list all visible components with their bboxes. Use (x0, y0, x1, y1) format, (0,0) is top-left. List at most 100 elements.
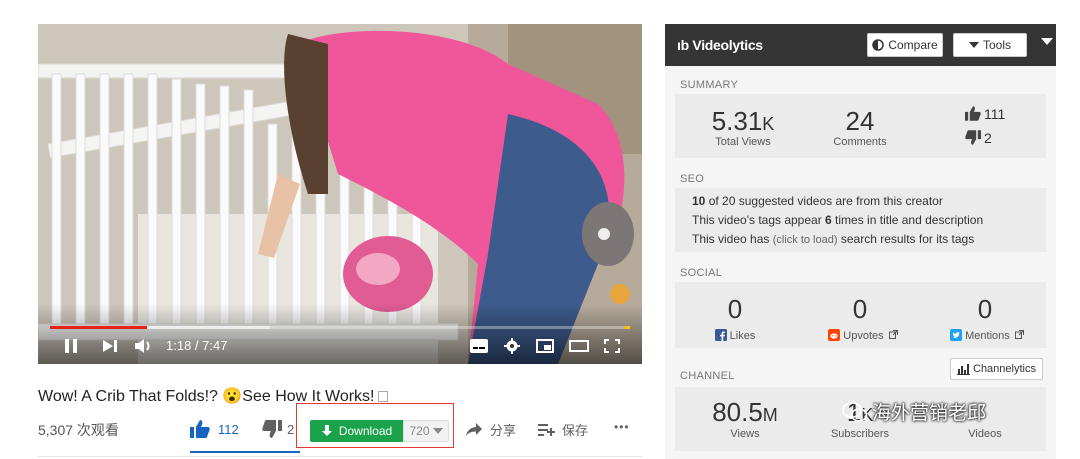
watermark-text: 海外营销老邱 (872, 403, 987, 424)
subtitles-button[interactable] (469, 336, 489, 356)
compare-button[interactable]: Compare (867, 33, 943, 57)
channel-subscribers-label: Subscribers (830, 428, 890, 440)
social-heading: SOCIAL (680, 267, 723, 279)
subtitles-icon (470, 339, 488, 353)
comments-label: Comments (833, 136, 887, 148)
summary-heading: SUMMARY (680, 79, 739, 91)
like-button[interactable]: 112 (190, 420, 239, 438)
video-player[interactable]: 1:18 / 7:47 (38, 24, 642, 364)
save-button[interactable]: 保存 (538, 420, 588, 439)
total-views-value: 5.31K (703, 106, 783, 137)
fullscreen-icon (604, 339, 620, 353)
seo-tags-post: times in title and description (831, 213, 984, 227)
progress-end-marker (625, 326, 630, 329)
seo-search-line: This video has (click to load) search re… (692, 232, 974, 246)
view-count: 5,307 次观看 (38, 422, 119, 438)
social-mentions-value: 0 (977, 294, 993, 324)
social-likes-label: Likes (705, 329, 765, 342)
thumbs-down-icon (262, 420, 282, 438)
fullscreen-button[interactable] (602, 336, 622, 356)
comments-value: 24 (845, 106, 875, 136)
thumbs-up-icon (965, 106, 981, 121)
progress-bar[interactable] (50, 326, 630, 329)
channelytics-label: Channelytics (973, 363, 1036, 375)
external-link-icon (888, 330, 898, 339)
page: 1:18 / 7:47 Wow! A Crib That Folds!? 😮Se… (0, 0, 1080, 459)
theater-mode-button[interactable] (568, 336, 590, 356)
download-arrow-icon (321, 425, 332, 436)
summary-card: 5.31K Total Views 24 Comments 111 2 (675, 94, 1046, 158)
total-views-number: 5.31 (711, 106, 763, 136)
panel-header: ıb Videolytics Compare Tools (665, 24, 1056, 66)
seo-suggested-text: of 20 suggested videos are from this cre… (705, 194, 943, 208)
share-icon (466, 422, 482, 436)
download-quality-select[interactable]: 720 (403, 420, 449, 442)
seo-search-pre: This video has (692, 232, 773, 246)
channel-views-label: Views (730, 428, 760, 440)
seo-heading: SEO (680, 173, 705, 185)
channel-views-unit: M (762, 405, 778, 425)
share-label: 分享 (490, 423, 517, 438)
social-upvotes-text: Upvotes (843, 330, 884, 342)
miniplayer-button[interactable] (535, 336, 555, 356)
unknown-glyph (378, 391, 389, 402)
bar-chart-icon (957, 363, 970, 375)
social-likes-text: Likes (729, 330, 756, 342)
chevron-down-icon (432, 428, 443, 434)
social-upvotes-value: 0 (852, 294, 868, 324)
compare-label: Compare (888, 38, 938, 52)
share-button[interactable]: 分享 (466, 420, 516, 439)
chevron-down-icon (968, 42, 979, 48)
pause-button[interactable] (62, 336, 80, 356)
quality-value: 720 (409, 424, 430, 438)
like-count: 112 (218, 421, 239, 437)
total-views-unit: K (762, 114, 775, 134)
seo-suggested-line: 10 of 20 suggested videos are from this … (692, 194, 943, 208)
volume-icon (135, 339, 150, 353)
dislike-button[interactable]: 2 (262, 420, 294, 438)
tools-button[interactable]: Tools (953, 33, 1027, 57)
contrast-icon (872, 39, 885, 51)
social-mentions-text: Mentions (965, 330, 1010, 342)
more-actions-button[interactable]: ••• (614, 420, 630, 434)
thumbs-up-icon (190, 420, 210, 438)
summary-dislikes-count: 2 (984, 130, 992, 146)
click-to-load-link[interactable]: (click to load) (773, 234, 838, 246)
save-label: 保存 (562, 423, 589, 438)
time-display: 1:18 / 7:47 (166, 338, 228, 353)
volume-button[interactable] (133, 336, 155, 356)
channel-views-value: 80.5M (695, 397, 795, 428)
channel-heading: CHANNEL (680, 370, 735, 382)
channelytics-button[interactable]: Channelytics (950, 358, 1043, 380)
reddit-icon (828, 329, 841, 341)
seo-tags-count: 6 (825, 213, 832, 227)
external-link-icon (1014, 330, 1024, 339)
settings-button[interactable] (502, 336, 522, 356)
seo-search-post: search results for its tags (837, 232, 975, 246)
total-views-label: Total Views (715, 136, 771, 148)
dislike-count: 2 (287, 421, 295, 437)
seo-card: 10 of 20 suggested videos are from this … (675, 188, 1046, 252)
facebook-icon (714, 329, 727, 341)
gear-icon (504, 338, 520, 354)
channel-videos-label: Videos (968, 428, 1002, 440)
playlist-add-icon (538, 423, 555, 436)
download-label: Download (338, 424, 393, 438)
tools-label: Tools (982, 38, 1011, 52)
download-button[interactable]: Download (310, 420, 403, 442)
miniplayer-icon (536, 339, 554, 353)
summary-dislikes: 2 (965, 130, 992, 146)
next-button[interactable] (101, 336, 119, 356)
twitter-icon (950, 329, 963, 341)
channel-views-number: 80.5 (712, 397, 763, 427)
summary-likes: 111 (965, 106, 1005, 122)
like-ratio-bar (190, 451, 300, 453)
collapse-panel-icon[interactable] (1041, 38, 1053, 45)
social-likes-value: 0 (727, 294, 743, 324)
section-divider (38, 456, 642, 457)
pause-icon (65, 339, 77, 353)
summary-likes-count: 111 (984, 106, 1006, 122)
social-upvotes-label[interactable]: Upvotes (825, 329, 901, 342)
seo-tags-pre: This video's tags appear (692, 213, 826, 227)
social-mentions-label[interactable]: Mentions (947, 329, 1027, 342)
